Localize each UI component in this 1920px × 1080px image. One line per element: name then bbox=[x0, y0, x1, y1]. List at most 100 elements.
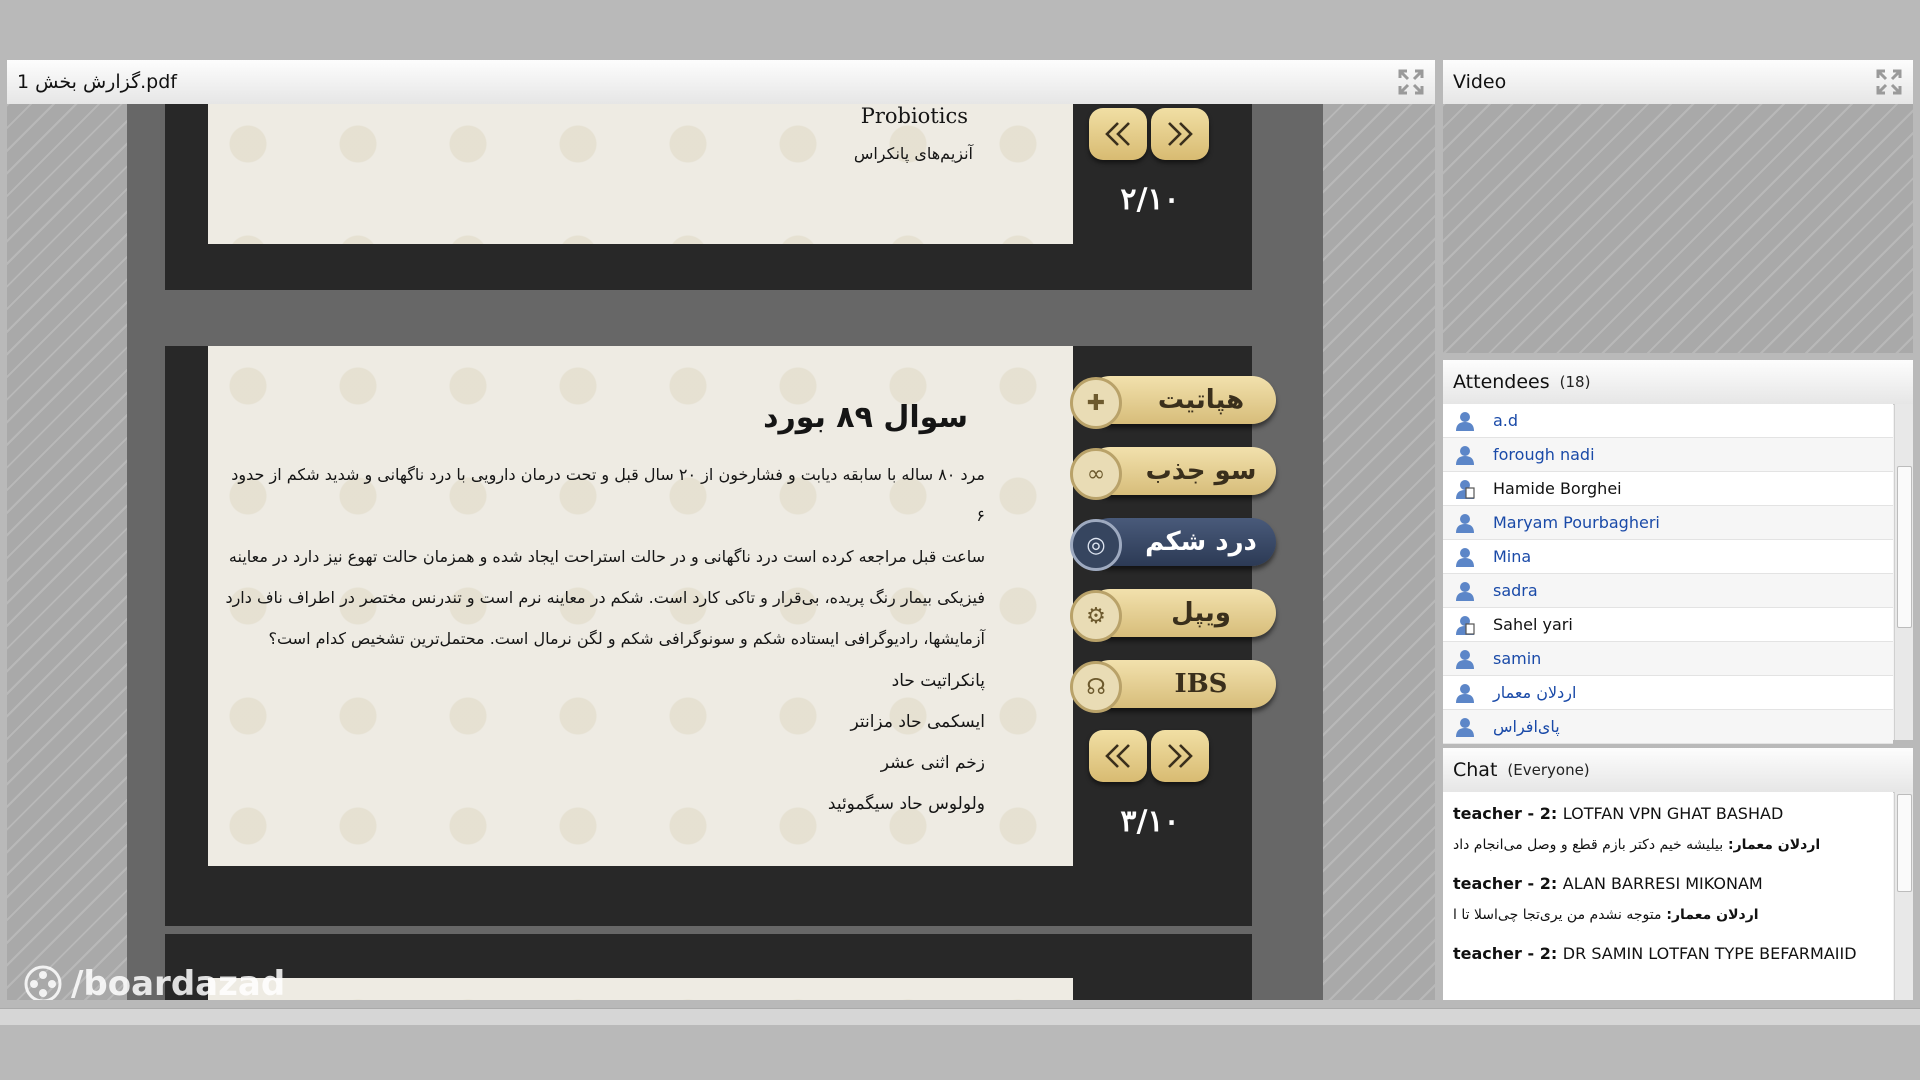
attendee-row[interactable]: Sahel yari bbox=[1443, 608, 1893, 642]
pdf-panel: گزارش بخش 1.pdf Probiotics آنزیم‌های پان… bbox=[7, 60, 1435, 1000]
attendees-list: a.d forough nadi Hamide Borghei Maryam Pour… bbox=[1443, 404, 1893, 744]
attendee-name: اردلان معمار bbox=[1493, 683, 1577, 702]
option-4: ولولوس حاد سیگموئید bbox=[827, 794, 985, 814]
chat-sender: teacher - 2 bbox=[1453, 944, 1551, 963]
user-icon bbox=[1456, 445, 1474, 465]
chat-scrollbar[interactable] bbox=[1894, 792, 1913, 1000]
question-line-2: ساعت قبل مراجعه کرده است درد ناگهانی و د… bbox=[228, 547, 985, 566]
user-icon bbox=[1456, 513, 1474, 533]
slide-2: Probiotics آنزیم‌های پانکراس ۲/۱۰ bbox=[165, 104, 1252, 290]
attendee-name: Hamide Borghei bbox=[1493, 479, 1622, 498]
presenter-icon bbox=[1456, 615, 1475, 635]
slide-4-content bbox=[208, 978, 1073, 1000]
attendees-scrollbar[interactable] bbox=[1894, 404, 1913, 740]
attendee-row[interactable]: Maryam Pourbagheri bbox=[1443, 506, 1893, 540]
attendee-row[interactable]: اردلان معمار bbox=[1443, 676, 1893, 710]
attendee-name: Mina bbox=[1493, 547, 1532, 566]
attendee-name: Maryam Pourbagheri bbox=[1493, 513, 1660, 532]
attendee-row[interactable]: Hamide Borghei bbox=[1443, 472, 1893, 506]
chat-message: teacher - 2: ALAN BARRESI MIKONAM bbox=[1453, 874, 1763, 893]
video-titlebar: Video bbox=[1443, 60, 1913, 105]
slide-4 bbox=[165, 934, 1252, 1000]
next-slide-button[interactable] bbox=[1151, 730, 1209, 782]
next-slide-button[interactable] bbox=[1151, 108, 1209, 160]
chat-message: teacher - 2: LOTFAN VPN GHAT BASHAD bbox=[1453, 804, 1784, 823]
question-text: مرد ۸۰ ساله با سابقه دیابت و فشارخون از … bbox=[225, 454, 985, 659]
slide-3-page-number: ۳/۱۰ bbox=[1120, 804, 1180, 839]
user-icon bbox=[1456, 411, 1474, 431]
pdf-viewport[interactable]: Probiotics آنزیم‌های پانکراس ۲/۱۰ سوال ۸… bbox=[7, 104, 1435, 1000]
scrollbar-thumb[interactable] bbox=[1897, 794, 1912, 892]
double-chevron-right-icon bbox=[1168, 744, 1193, 768]
microscope-icon: ⚙ bbox=[1070, 590, 1122, 642]
slide-3: سوال ۸۹ بورد مرد ۸۰ ساله با سابقه دیابت … bbox=[165, 346, 1276, 926]
attendee-name: a.d bbox=[1493, 411, 1519, 430]
slide-2-page-number: ۲/۱۰ bbox=[1120, 182, 1180, 217]
slide-2-line-1: Probiotics bbox=[860, 104, 968, 128]
attendee-name: Sahel yari bbox=[1493, 615, 1573, 634]
pdf-page: Probiotics آنزیم‌های پانکراس ۲/۱۰ سوال ۸… bbox=[127, 104, 1323, 1000]
attendee-row[interactable]: forough nadi bbox=[1443, 438, 1893, 472]
chat-sender: اردلان معمار bbox=[1672, 907, 1759, 923]
attendees-titlebar: Attendees (18) bbox=[1443, 360, 1913, 405]
double-chevron-left-icon bbox=[1105, 744, 1130, 768]
liver-icon: ✚ bbox=[1070, 377, 1122, 429]
fullscreen-icon[interactable] bbox=[1875, 68, 1903, 96]
question-title: سوال ۸۹ بورد bbox=[763, 400, 968, 435]
question-line-3: فیزیکی بیمار رنگ پریده، بی‌قرار و تاکی ک… bbox=[225, 588, 985, 607]
slide-2-content: Probiotics آنزیم‌های پانکراس bbox=[208, 104, 1073, 244]
chat-panel: Chat (Everyone) teacher - 2: LOTFAN VPN … bbox=[1443, 748, 1913, 1000]
attendee-row[interactable]: پای‌افراس bbox=[1443, 710, 1893, 744]
user-icon bbox=[1456, 717, 1474, 737]
chat-message: اردلان معمار: بیلیشه خیم دکتر بازم قطع و… bbox=[1453, 837, 1821, 853]
double-chevron-left-icon bbox=[1105, 122, 1130, 146]
attendee-row[interactable]: Mina bbox=[1443, 540, 1893, 574]
chat-text: ALAN BARRESI MIKONAM bbox=[1562, 874, 1763, 893]
status-bar bbox=[0, 1008, 1920, 1025]
video-panel: Video bbox=[1443, 60, 1913, 353]
double-chevron-right-icon bbox=[1168, 122, 1193, 146]
chat-scope: (Everyone) bbox=[1507, 761, 1590, 779]
chat-message: اردلان معمار: متوجه نشدم من یری‌تجا چی‌ا… bbox=[1453, 907, 1759, 923]
user-icon bbox=[1456, 683, 1474, 703]
watermark-text: /boardazad bbox=[71, 964, 286, 1000]
attendee-row[interactable]: sadra bbox=[1443, 574, 1893, 608]
user-icon bbox=[1456, 581, 1474, 601]
attendees-title: Attendees bbox=[1453, 371, 1550, 393]
question-line-1: مرد ۸۰ ساله با سابقه دیابت و فشارخون از … bbox=[231, 465, 985, 525]
attendee-row[interactable]: samin bbox=[1443, 642, 1893, 676]
video-title: Video bbox=[1453, 71, 1507, 93]
chat-text: LOTFAN VPN GHAT BASHAD bbox=[1562, 804, 1784, 823]
prev-slide-button[interactable] bbox=[1089, 108, 1147, 160]
chat-message: teacher - 2: DR SAMIN LOTFAN TYPE BEFARM… bbox=[1453, 944, 1857, 963]
chat-text: بیلیشه خیم دکتر بازم قطع و وصل می‌انجام … bbox=[1453, 837, 1724, 853]
chat-messages: teacher - 2: LOTFAN VPN GHAT BASHAD اردل… bbox=[1443, 792, 1893, 1000]
fullscreen-icon[interactable] bbox=[1397, 68, 1425, 96]
attendees-count: (18) bbox=[1559, 373, 1591, 391]
chat-text: متوجه نشدم من یری‌تجا چی‌اسلا تا ا bbox=[1453, 907, 1662, 923]
option-3: زخم اثنی عشر bbox=[880, 753, 985, 773]
presenter-icon bbox=[1456, 479, 1475, 499]
attendees-panel: Attendees (18) a.d forough nadi Hamide Bor… bbox=[1443, 360, 1913, 744]
chat-text: DR SAMIN LOTFAN TYPE BEFARMAIID bbox=[1562, 944, 1857, 963]
user-icon bbox=[1456, 547, 1474, 567]
prev-slide-button[interactable] bbox=[1089, 730, 1147, 782]
attendee-name: forough nadi bbox=[1493, 445, 1595, 464]
pdf-titlebar: گزارش بخش 1.pdf bbox=[7, 60, 1435, 105]
attendee-name: samin bbox=[1493, 649, 1542, 668]
option-2: ایسکمی حاد مزانتر bbox=[850, 712, 985, 732]
chat-title: Chat bbox=[1453, 759, 1498, 781]
attendee-row[interactable]: a.d bbox=[1443, 404, 1893, 438]
intestine-icon: ∞ bbox=[1070, 448, 1122, 500]
slide-2-line-2: آنزیم‌های پانکراس bbox=[853, 144, 973, 163]
chat-sender: اردلان معمار bbox=[1733, 837, 1821, 853]
menu-item-label: ویپل bbox=[1171, 598, 1231, 628]
attendee-name: پای‌افراس bbox=[1493, 717, 1560, 736]
pdf-title: گزارش بخش 1.pdf bbox=[17, 71, 177, 93]
option-1: پانکراتیت حاد bbox=[891, 671, 985, 691]
question-line-4: آزمایشها، رادیوگرافی ایستاده شکم و سونوگ… bbox=[268, 629, 985, 648]
menu-item-label: IBS bbox=[1174, 669, 1228, 699]
scrollbar-thumb[interactable] bbox=[1897, 466, 1912, 628]
colon-icon: ☊ bbox=[1070, 661, 1122, 713]
menu-item-label: سو جذب bbox=[1145, 456, 1257, 486]
